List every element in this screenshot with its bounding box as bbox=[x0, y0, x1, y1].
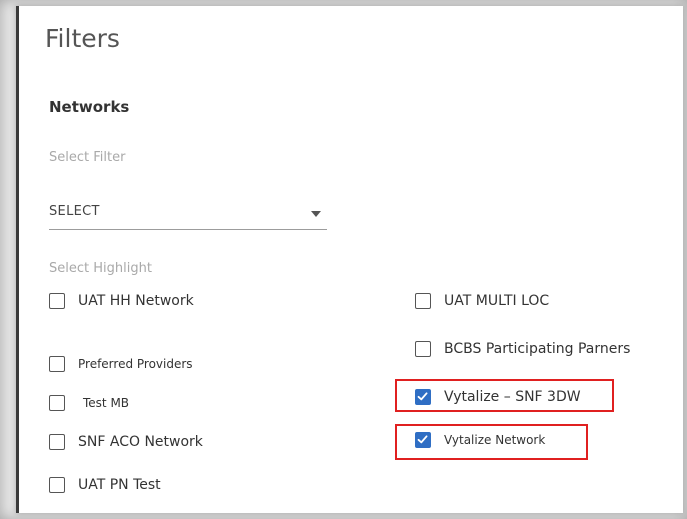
networks-heading: Networks bbox=[49, 98, 130, 116]
chevron-down-icon bbox=[311, 211, 321, 217]
highlight-option-snf-aco-network[interactable]: SNF ACO Network bbox=[49, 434, 203, 450]
option-label: Vytalize – SNF 3DW bbox=[444, 389, 581, 405]
checkbox-icon[interactable] bbox=[49, 293, 65, 309]
checkmark-icon bbox=[417, 392, 428, 401]
highlight-option-uat-multi-loc[interactable]: UAT MULTI LOC bbox=[415, 293, 549, 309]
highlight-option-test-mb[interactable]: Test MB bbox=[49, 395, 129, 411]
highlight-option-preferred-providers[interactable]: Preferred Providers bbox=[49, 356, 193, 372]
highlight-option-vytalize-network[interactable]: Vytalize Network bbox=[415, 432, 545, 448]
highlight-option-bcbs-participating-parners[interactable]: BCBS Participating Parners bbox=[415, 341, 630, 357]
checkbox-checked-icon[interactable] bbox=[415, 389, 431, 405]
option-label: BCBS Participating Parners bbox=[444, 341, 631, 357]
highlight-option-uat-pn-test[interactable]: UAT PN Test bbox=[49, 477, 161, 493]
option-label: UAT MULTI LOC bbox=[444, 293, 550, 309]
select-value: SELECT bbox=[49, 204, 100, 219]
option-label: Test MB bbox=[83, 396, 130, 410]
highlight-option-uat-hh-network[interactable]: UAT HH Network bbox=[49, 293, 194, 309]
option-label: SNF ACO Network bbox=[78, 434, 203, 450]
select-highlight-label: Select Highlight bbox=[49, 261, 152, 276]
checkmark-icon bbox=[417, 435, 428, 444]
option-label: Vytalize Network bbox=[444, 433, 546, 447]
highlight-option-vytalize-snf-3dw[interactable]: Vytalize – SNF 3DW bbox=[415, 389, 581, 405]
checkbox-icon[interactable] bbox=[415, 341, 431, 357]
checkbox-icon[interactable] bbox=[49, 356, 65, 372]
network-filter-select[interactable]: SELECT bbox=[49, 199, 327, 230]
option-label: UAT HH Network bbox=[78, 293, 194, 309]
filters-panel: Filters Networks Select Filter SELECT Se… bbox=[16, 6, 683, 513]
checkbox-icon[interactable] bbox=[49, 477, 65, 493]
option-label: Preferred Providers bbox=[78, 357, 193, 371]
screenshot-frame: Filters Networks Select Filter SELECT Se… bbox=[0, 0, 687, 519]
checkbox-icon[interactable] bbox=[49, 395, 65, 411]
checkbox-checked-icon[interactable] bbox=[415, 432, 431, 448]
panel-title: Filters bbox=[45, 24, 120, 53]
checkbox-icon[interactable] bbox=[49, 434, 65, 450]
option-label: UAT PN Test bbox=[78, 477, 161, 493]
checkbox-icon[interactable] bbox=[415, 293, 431, 309]
select-filter-label: Select Filter bbox=[49, 150, 126, 165]
